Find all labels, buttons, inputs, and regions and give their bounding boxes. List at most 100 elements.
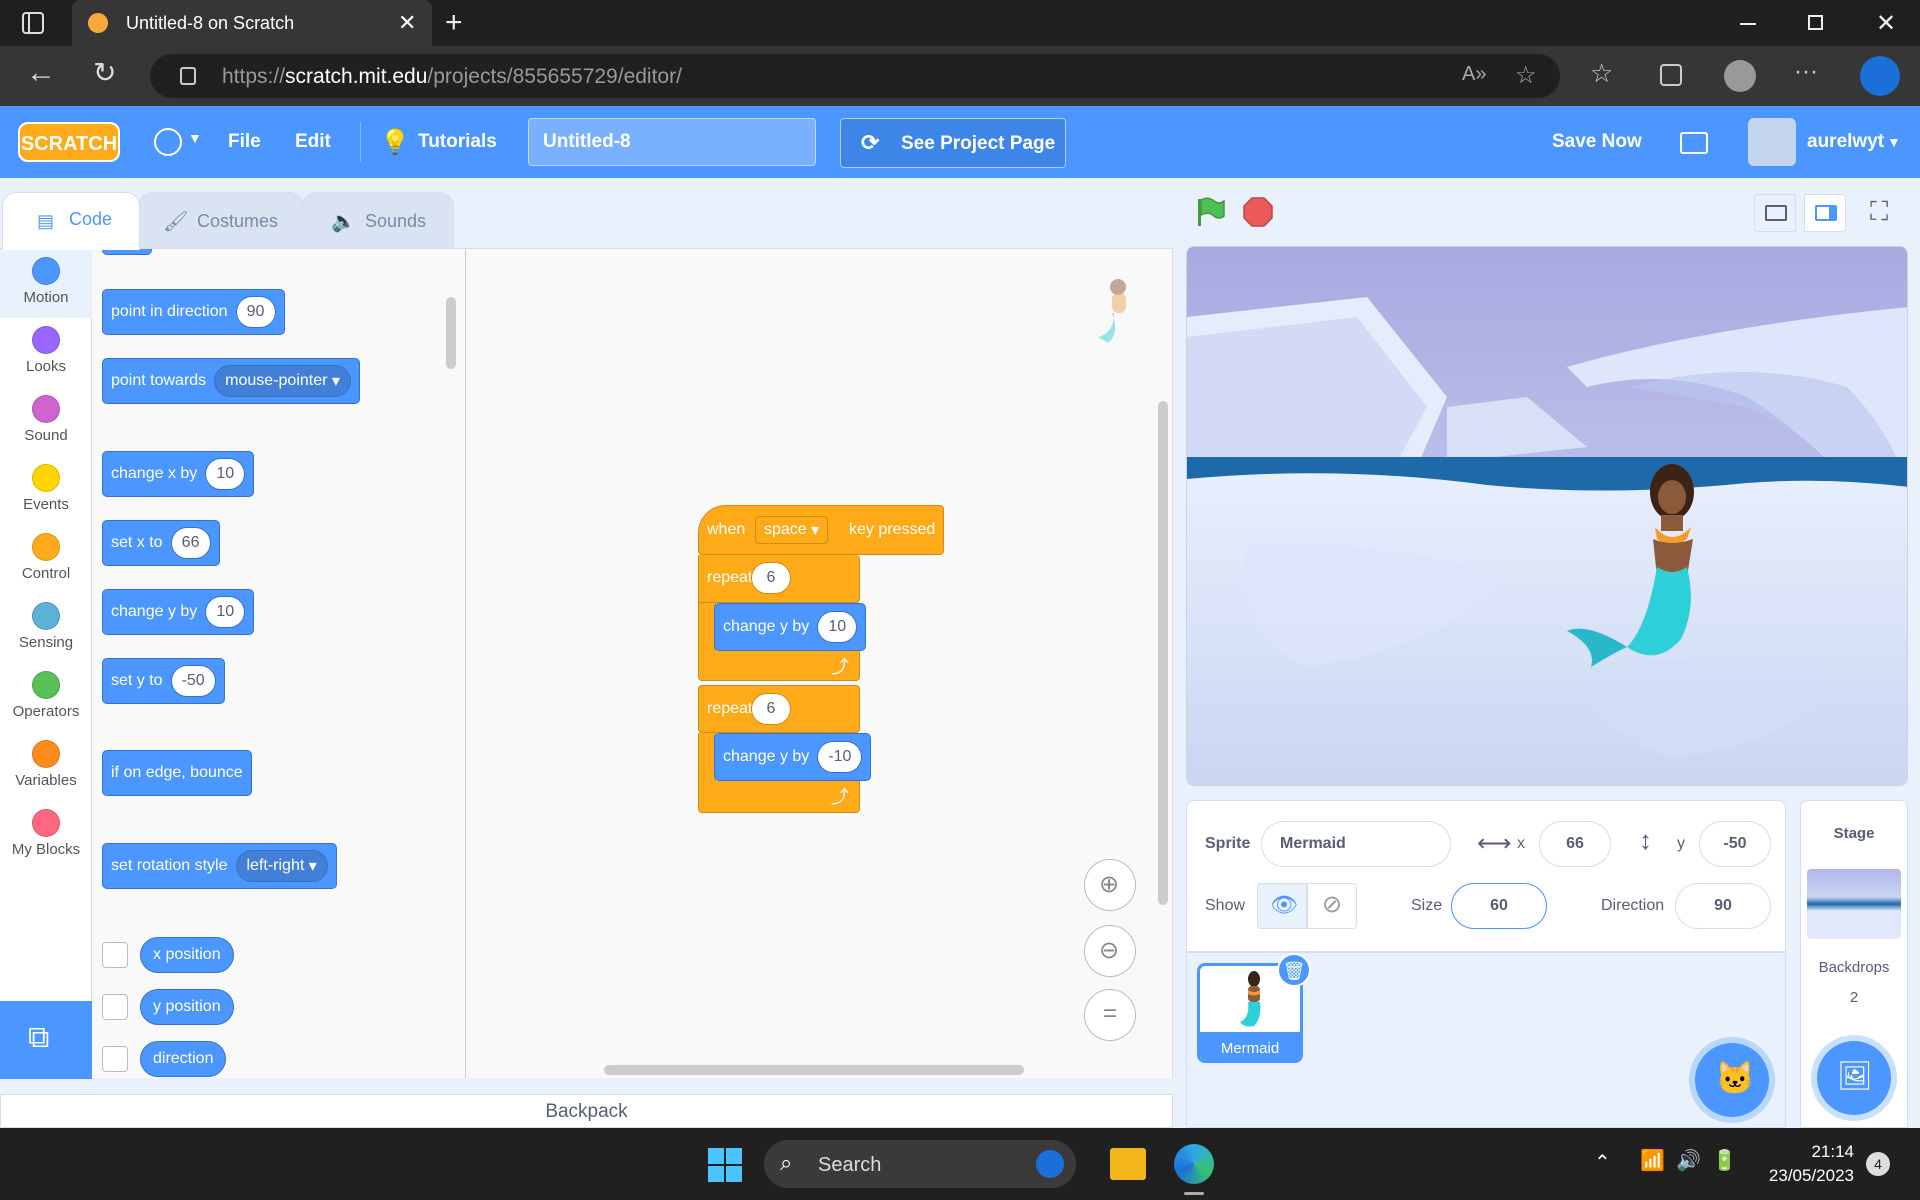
palette-direction-reporter[interactable]: direction (140, 1041, 227, 1077)
palette-change-x[interactable]: change x by 10 (102, 451, 255, 497)
close-tab-icon[interactable]: ✕ (398, 10, 416, 36)
show-hidden-icons[interactable]: ⌃ (1594, 1150, 1611, 1175)
edit-menu[interactable]: Edit (295, 106, 331, 178)
tab-sounds[interactable]: 🔈 Sounds (302, 192, 454, 248)
sprite-name-field[interactable]: Mermaid (1261, 821, 1451, 867)
stop-icon[interactable] (1242, 196, 1274, 228)
repeat-block-1[interactable]: repeat 6 (698, 555, 860, 603)
palette-if-on-edge-bounce[interactable]: if on edge, bounce (102, 750, 252, 796)
address-bar[interactable]: https://scratch.mit.edu/projects/8556557… (150, 54, 1560, 98)
show-visible-button[interactable]: 👁 (1257, 883, 1307, 929)
tab-actions-icon[interactable] (22, 12, 44, 34)
script-workspace[interactable]: when space ▾ key pressed repeat 6 change… (466, 248, 1173, 1078)
zoom-out-button[interactable]: ⊖ (1084, 925, 1136, 977)
delete-sprite-icon[interactable]: 🗑 (1277, 953, 1311, 987)
username[interactable]: aurelwyt (1807, 106, 1884, 178)
choose-sprite-button[interactable]: 🐱 (1695, 1043, 1769, 1117)
language-globe-icon[interactable] (154, 128, 182, 156)
category-sensing[interactable]: Sensing (0, 594, 92, 663)
repeat-block-2[interactable]: repeat 6 (698, 685, 860, 733)
choose-backdrop-button[interactable]: 🖼 (1817, 1041, 1891, 1115)
set-y-input[interactable]: -50 (170, 665, 216, 697)
palette-set-y[interactable]: set y to -50 (102, 658, 225, 704)
favorites-icon[interactable]: ☆ (1590, 58, 1613, 89)
show-hidden-button[interactable]: ⊘ (1307, 883, 1357, 929)
category-motion[interactable]: Motion (0, 249, 92, 318)
lightbulb-icon[interactable]: 💡 (380, 128, 410, 157)
browser-tab[interactable]: Untitled-8 on Scratch ✕ (72, 0, 432, 46)
direction-checkbox[interactable] (102, 1046, 128, 1072)
add-extension-button[interactable]: ⧉ (0, 1001, 92, 1079)
volume-icon[interactable]: 🔊 (1676, 1148, 1701, 1173)
palette-point-in-direction[interactable]: point in direction 90 (102, 289, 285, 335)
see-project-page-button[interactable]: ⟳ See Project Page (840, 118, 1066, 168)
tab-code[interactable]: ▤ Code (2, 192, 140, 250)
minimize-icon[interactable] (1740, 23, 1756, 25)
bing-copilot-icon[interactable] (1860, 56, 1900, 96)
x-position-checkbox[interactable] (102, 942, 128, 968)
new-tab-icon[interactable]: + (445, 6, 463, 40)
size-field[interactable]: 60 (1451, 883, 1547, 929)
towards-dropdown[interactable]: mouse-pointer ▾ (214, 365, 351, 397)
refresh-icon[interactable]: ↻ (93, 56, 116, 89)
back-icon[interactable]: ← (26, 56, 56, 90)
y-field[interactable]: -50 (1699, 821, 1771, 867)
lock-icon[interactable] (180, 67, 196, 85)
palette-set-rotation-style[interactable]: set rotation style left-right ▾ (102, 843, 337, 889)
save-now-button[interactable]: Save Now (1552, 106, 1642, 178)
zoom-reset-button[interactable]: = (1084, 989, 1136, 1041)
rotation-style-dropdown[interactable]: left-right ▾ (235, 850, 328, 882)
stage-canvas[interactable] (1186, 246, 1908, 786)
x-field[interactable]: 66 (1539, 821, 1611, 867)
change-y-2-input[interactable]: -10 (817, 741, 863, 773)
more-options-icon[interactable]: ··· (1794, 58, 1818, 86)
key-dropdown[interactable]: space ▾ (755, 516, 829, 544)
category-operators[interactable]: Operators (0, 663, 92, 732)
palette-scrollbar[interactable] (446, 297, 456, 369)
direction-field[interactable]: 90 (1675, 883, 1771, 929)
restore-icon[interactable] (1808, 15, 1823, 30)
when-key-pressed-hat-block[interactable]: when space ▾ key pressed (698, 505, 944, 555)
change-y-block-1[interactable]: change y by 10 (714, 603, 867, 651)
project-title-input[interactable]: Untitled-8 (528, 118, 816, 166)
user-avatar[interactable] (1748, 118, 1796, 166)
taskbar-search[interactable]: ⌕ Search (764, 1140, 1076, 1188)
palette-y-position-reporter[interactable]: y position (140, 989, 234, 1025)
y-position-checkbox[interactable] (102, 994, 128, 1020)
account-chevron-icon[interactable]: ▼ (1887, 134, 1901, 150)
change-x-input[interactable]: 10 (205, 458, 246, 490)
profile-avatar-icon[interactable] (1724, 60, 1756, 92)
fullscreen-button[interactable]: ⛶ (1862, 194, 1904, 232)
palette-set-x[interactable]: set x to 66 (102, 520, 220, 566)
palette-x-position-reporter[interactable]: x position (140, 937, 234, 973)
category-sound[interactable]: Sound (0, 387, 92, 456)
read-aloud-icon[interactable]: A» (1462, 63, 1486, 86)
zoom-in-button[interactable]: ⊕ (1084, 859, 1136, 911)
file-menu[interactable]: File (228, 106, 261, 178)
windows-start-icon[interactable] (708, 1148, 742, 1182)
notification-badge[interactable]: 4 (1866, 1152, 1890, 1176)
repeat2-count-input[interactable]: 6 (751, 693, 791, 725)
large-stage-button[interactable] (1804, 194, 1846, 232)
edge-browser-icon[interactable] (1174, 1144, 1214, 1184)
scratch-logo[interactable]: SCRATCH (18, 122, 120, 162)
battery-icon[interactable]: 🔋 (1712, 1148, 1737, 1173)
palette-change-y[interactable]: change y by 10 (102, 589, 255, 635)
tab-costumes[interactable]: 🖌 Costumes (138, 192, 304, 248)
repeat1-count-input[interactable]: 6 (751, 562, 791, 594)
my-stuff-folder-icon[interactable] (1680, 132, 1708, 154)
backdrop-thumbnail[interactable] (1807, 869, 1901, 939)
change-y-1-input[interactable]: 10 (817, 611, 858, 643)
collections-icon[interactable] (1660, 64, 1682, 86)
change-y-input[interactable]: 10 (205, 596, 246, 628)
add-favorite-icon[interactable]: ☆ (1515, 61, 1537, 90)
small-stage-button[interactable] (1754, 194, 1796, 232)
set-x-input[interactable]: 66 (170, 527, 211, 559)
category-variables[interactable]: Variables (0, 732, 92, 801)
close-window-icon[interactable]: ✕ (1876, 9, 1896, 38)
workspace-horizontal-scrollbar[interactable] (604, 1065, 1024, 1075)
palette-point-towards[interactable]: point towards mouse-pointer ▾ (102, 358, 360, 404)
chevron-down-icon[interactable]: ▼ (188, 130, 202, 146)
workspace-vertical-scrollbar[interactable] (1158, 401, 1168, 905)
url-text[interactable]: https://scratch.mit.edu/projects/8556557… (222, 65, 682, 89)
